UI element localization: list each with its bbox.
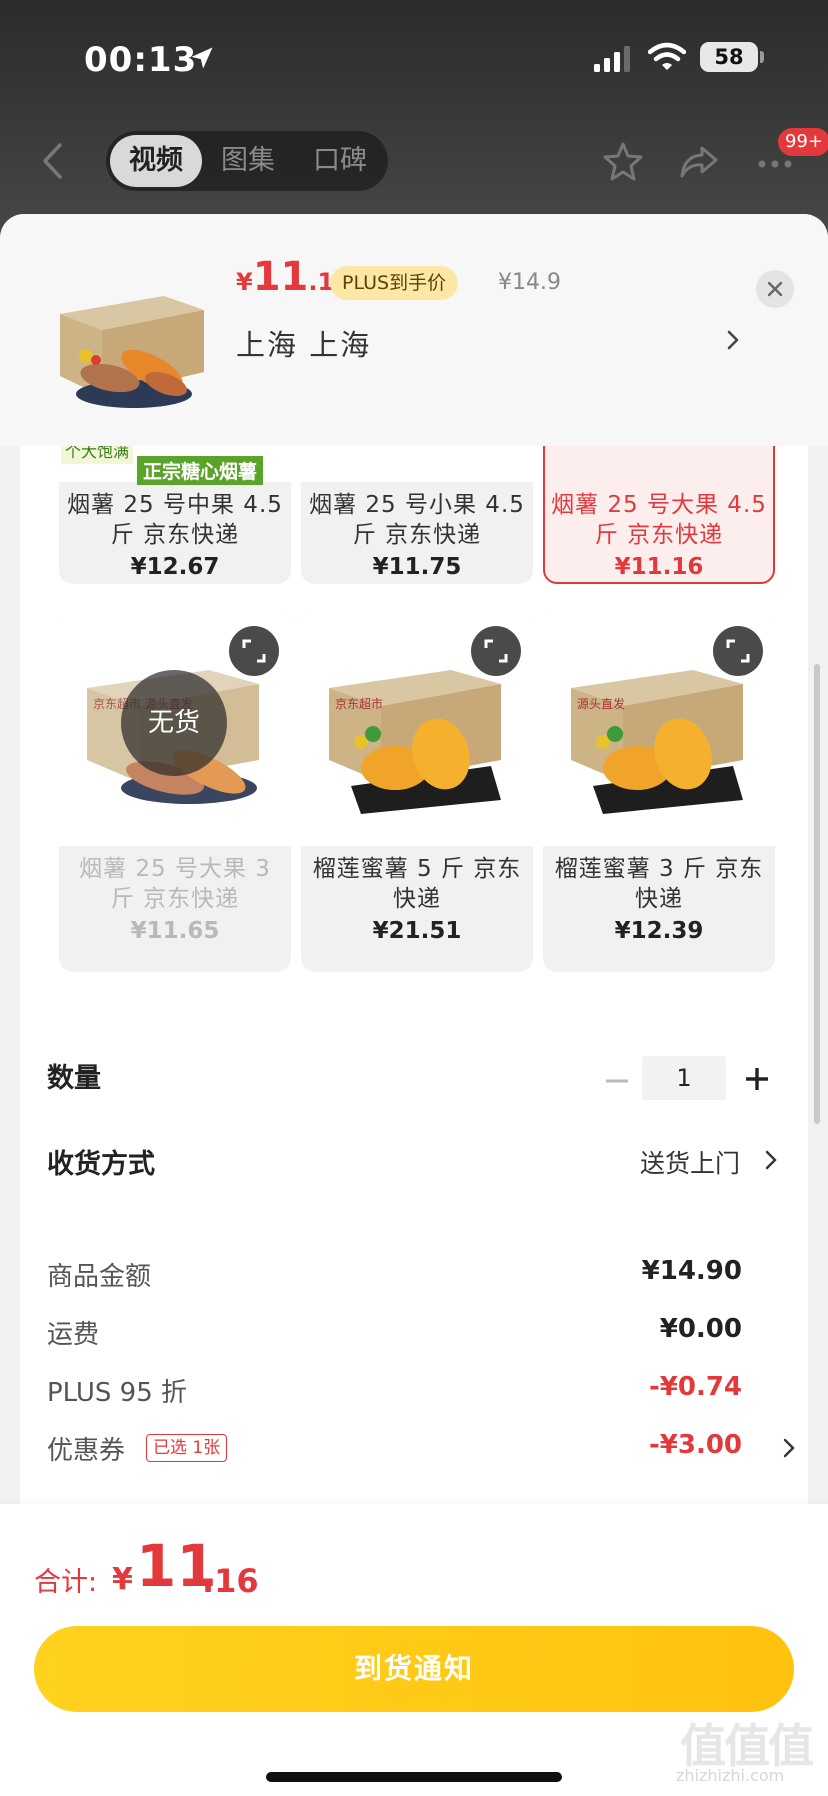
variant-price: ¥12.39 <box>614 918 704 944</box>
chevron-right-icon[interactable] <box>724 326 742 354</box>
fee-label: 优惠券 <box>47 1436 126 1466</box>
media-tab-switcher: 视频 图集 口碑 <box>106 131 388 191</box>
price-currency: ¥ <box>236 268 253 296</box>
chevron-right-icon[interactable] <box>764 1148 778 1172</box>
variant-price: ¥11.65 <box>130 918 220 944</box>
status-bar: 00:13 58 <box>0 36 828 86</box>
expand-icon <box>484 639 508 663</box>
quantity-input[interactable]: 1 <box>642 1056 726 1100</box>
product-thumbnail <box>60 296 204 408</box>
variant-tile[interactable]: 源头直发 榴莲蜜薯 3 斤 京东快递 ¥12.39 <box>543 610 775 972</box>
star-icon[interactable] <box>602 140 644 182</box>
tab-video[interactable]: 视频 <box>110 135 202 187</box>
variant-price: ¥21.51 <box>372 918 462 944</box>
decrease-quantity-button[interactable] <box>600 1064 634 1098</box>
fee-label: 运费 <box>47 1320 100 1350</box>
delivery-address[interactable]: 上海 上海 <box>236 322 371 364</box>
location-arrow-icon <box>191 47 213 69</box>
variant-name: 烟薯 25 号大果 3 斤 京东快递 <box>79 856 271 912</box>
quantity-label: 数量 <box>47 1063 101 1094</box>
battery-cap <box>760 51 764 63</box>
variant-image: 京东超市 <box>301 610 533 846</box>
box-print: 源头直发 <box>577 696 625 711</box>
fee-label: PLUS 95 折 <box>47 1378 188 1408</box>
box-print: 京东超市 <box>335 696 383 711</box>
fee-value[interactable]: -¥3.00 <box>649 1430 742 1460</box>
variant-price: ¥11.75 <box>372 554 462 580</box>
coupon-selected-tag: 已选 1张 <box>146 1434 228 1462</box>
increase-quantity-button[interactable] <box>740 1062 774 1096</box>
status-time: 00:13 <box>84 40 198 80</box>
variant-name: 烟薯 25 号小果 4.5 斤 京东快递 <box>309 492 525 548</box>
price-breakdown-card: 商品金额 ¥14.90 运费 ¥0.00 PLUS 95 折 -¥0.74 优惠… <box>20 1230 808 1520</box>
total-label: 合计: <box>34 1567 98 1598</box>
scrollbar[interactable] <box>814 664 820 1124</box>
variant-name: 榴莲蜜薯 5 斤 京东快递 <box>312 856 522 912</box>
delivery-method-label: 收货方式 <box>47 1149 155 1180</box>
sheet-header: ¥11.16 PLUS到手价 ¥14.9 上海 上海 <box>0 214 828 446</box>
variant-tile-out-of-stock[interactable]: 京东超市 源头直发 无货 烟薯 25 号大果 3 斤 京东快递 ¥11.65 <box>59 610 291 972</box>
fee-value: ¥14.90 <box>641 1256 742 1286</box>
notify-when-available-button[interactable]: 到货通知 <box>34 1626 794 1712</box>
delivery-method-value[interactable]: 送货上门 <box>640 1144 740 1180</box>
fee-label: 商品金额 <box>47 1262 152 1292</box>
variant-promo-tag: 正宗糖心烟薯 <box>137 456 264 485</box>
back-arrow-icon[interactable] <box>40 142 66 180</box>
close-button[interactable] <box>756 270 794 308</box>
bottom-action-bar: 合计: ¥ 11 .16 到货通知 值值值 zhizhizhi.com <box>0 1504 828 1796</box>
expand-image-button[interactable] <box>229 626 279 676</box>
fee-value: -¥0.74 <box>648 1372 742 1402</box>
fee-value: ¥0.00 <box>659 1314 742 1344</box>
signal-icon <box>594 46 630 72</box>
out-of-stock-badge: 无货 <box>121 670 227 776</box>
watermark-url: zhizhizhi.com <box>676 1766 785 1785</box>
expand-image-button[interactable] <box>471 626 521 676</box>
variant-tile[interactable]: 京东超市 榴莲蜜薯 5 斤 京东快递 ¥21.51 <box>301 610 533 972</box>
top-nav: 视频 图集 口碑 99+ <box>0 128 828 194</box>
expand-image-button[interactable] <box>713 626 763 676</box>
variant-image: 京东超市 源头直发 无货 <box>59 610 291 846</box>
share-icon[interactable] <box>678 140 720 182</box>
home-indicator <box>266 1772 562 1782</box>
chevron-right-icon[interactable] <box>782 1436 796 1460</box>
expand-icon <box>242 639 266 663</box>
variant-name: 烟薯 25 号大果 4.5 斤 京东快递 <box>551 492 767 548</box>
expand-icon <box>726 639 750 663</box>
variant-name: 烟薯 25 号中果 4.5 斤 京东快递 <box>67 492 283 548</box>
battery-indicator: 58 <box>700 42 758 72</box>
price-integer: 11 <box>252 254 309 300</box>
variant-name: 榴莲蜜薯 3 斤 京东快递 <box>554 856 764 912</box>
notification-badge: 99+ <box>778 128 828 156</box>
tab-gallery[interactable]: 图集 <box>202 135 294 187</box>
plus-price-tag: PLUS到手价 <box>330 266 459 300</box>
variant-image: 源头直发 <box>543 610 775 846</box>
wifi-icon <box>648 42 686 70</box>
variant-price: ¥11.16 <box>614 554 704 580</box>
total-decimal: .16 <box>202 1562 259 1600</box>
tab-reviews[interactable]: 口碑 <box>294 135 386 187</box>
variant-price: ¥12.67 <box>130 554 220 580</box>
original-price: ¥14.9 <box>498 270 561 295</box>
total-currency: ¥ <box>112 1562 133 1597</box>
